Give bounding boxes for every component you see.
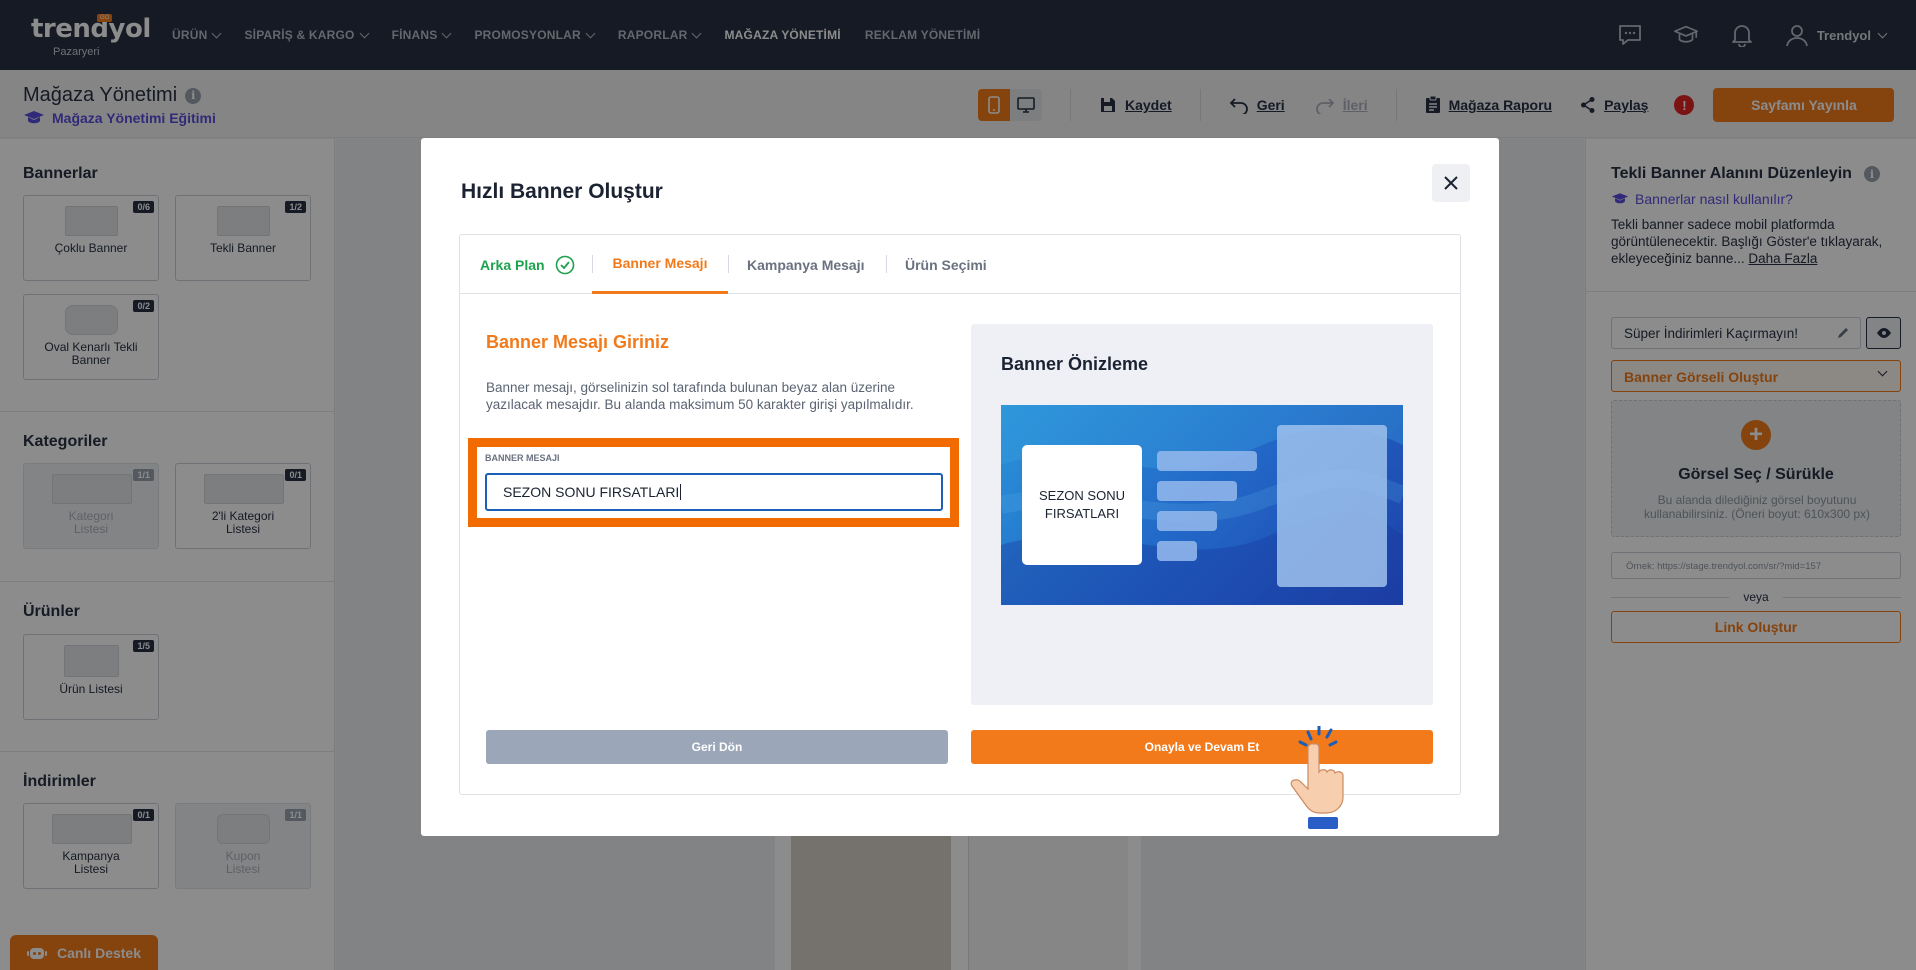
preview-product-placeholder <box>1277 425 1387 587</box>
tab-banner-mesaji[interactable]: Banner Mesajı <box>592 235 728 294</box>
banner-message-input[interactable]: SEZON SONU FIRSATLARI <box>485 473 943 511</box>
tab-label: Arka Plan <box>480 256 545 273</box>
highlight-box: BANNER MESAJI SEZON SONU FIRSATLARI <box>468 438 959 527</box>
banner-preview: Banner Önizleme SEZON SONU FIRSATLARI <box>971 324 1433 705</box>
tab-label: Banner Mesajı <box>612 255 708 271</box>
preview-banner-image: SEZON SONU FIRSATLARI <box>1001 405 1403 605</box>
check-circle-icon <box>555 255 574 274</box>
text-caret <box>680 484 682 500</box>
preview-title: Banner Önizleme <box>1001 354 1149 374</box>
close-button[interactable] <box>1432 164 1470 202</box>
preview-placeholder-bar <box>1157 481 1237 501</box>
wizard-panel: Arka Plan Banner Mesajı Kampanya Mesajı … <box>459 234 1461 795</box>
banner-message-label: BANNER MESAJI <box>485 453 560 463</box>
modal-title: Hızlı Banner Oluştur <box>461 180 663 203</box>
pointing-hand-icon <box>1290 726 1344 829</box>
form-description: Banner mesajı, görselinizin sol tarafınd… <box>486 380 914 412</box>
tab-divider <box>886 255 887 273</box>
tab-kampanya-mesaji[interactable]: Kampanya Mesajı <box>747 235 865 294</box>
tab-label: Kampanya Mesajı <box>747 256 865 273</box>
preview-placeholder-bar <box>1157 511 1217 531</box>
tab-label: Ürün Seçimi <box>905 256 987 273</box>
close-icon <box>1444 176 1458 190</box>
tab-urun-secimi[interactable]: Ürün Seçimi <box>905 235 987 294</box>
confirm-continue-button[interactable]: Onayla ve Devam Et <box>971 730 1433 764</box>
banner-message-value: SEZON SONU FIRSATLARI <box>503 484 680 500</box>
form-title: Banner Mesajı Giriniz <box>486 332 670 352</box>
wizard-tabs: Arka Plan Banner Mesajı Kampanya Mesajı … <box>460 235 1460 294</box>
preview-message-box: SEZON SONU FIRSATLARI <box>1022 445 1142 565</box>
tab-arka-plan[interactable]: Arka Plan <box>480 235 575 294</box>
tab-divider <box>728 255 729 273</box>
preview-placeholder-bar <box>1157 541 1197 561</box>
preview-placeholder-bar <box>1157 451 1257 471</box>
back-button[interactable]: Geri Dön <box>486 730 948 764</box>
